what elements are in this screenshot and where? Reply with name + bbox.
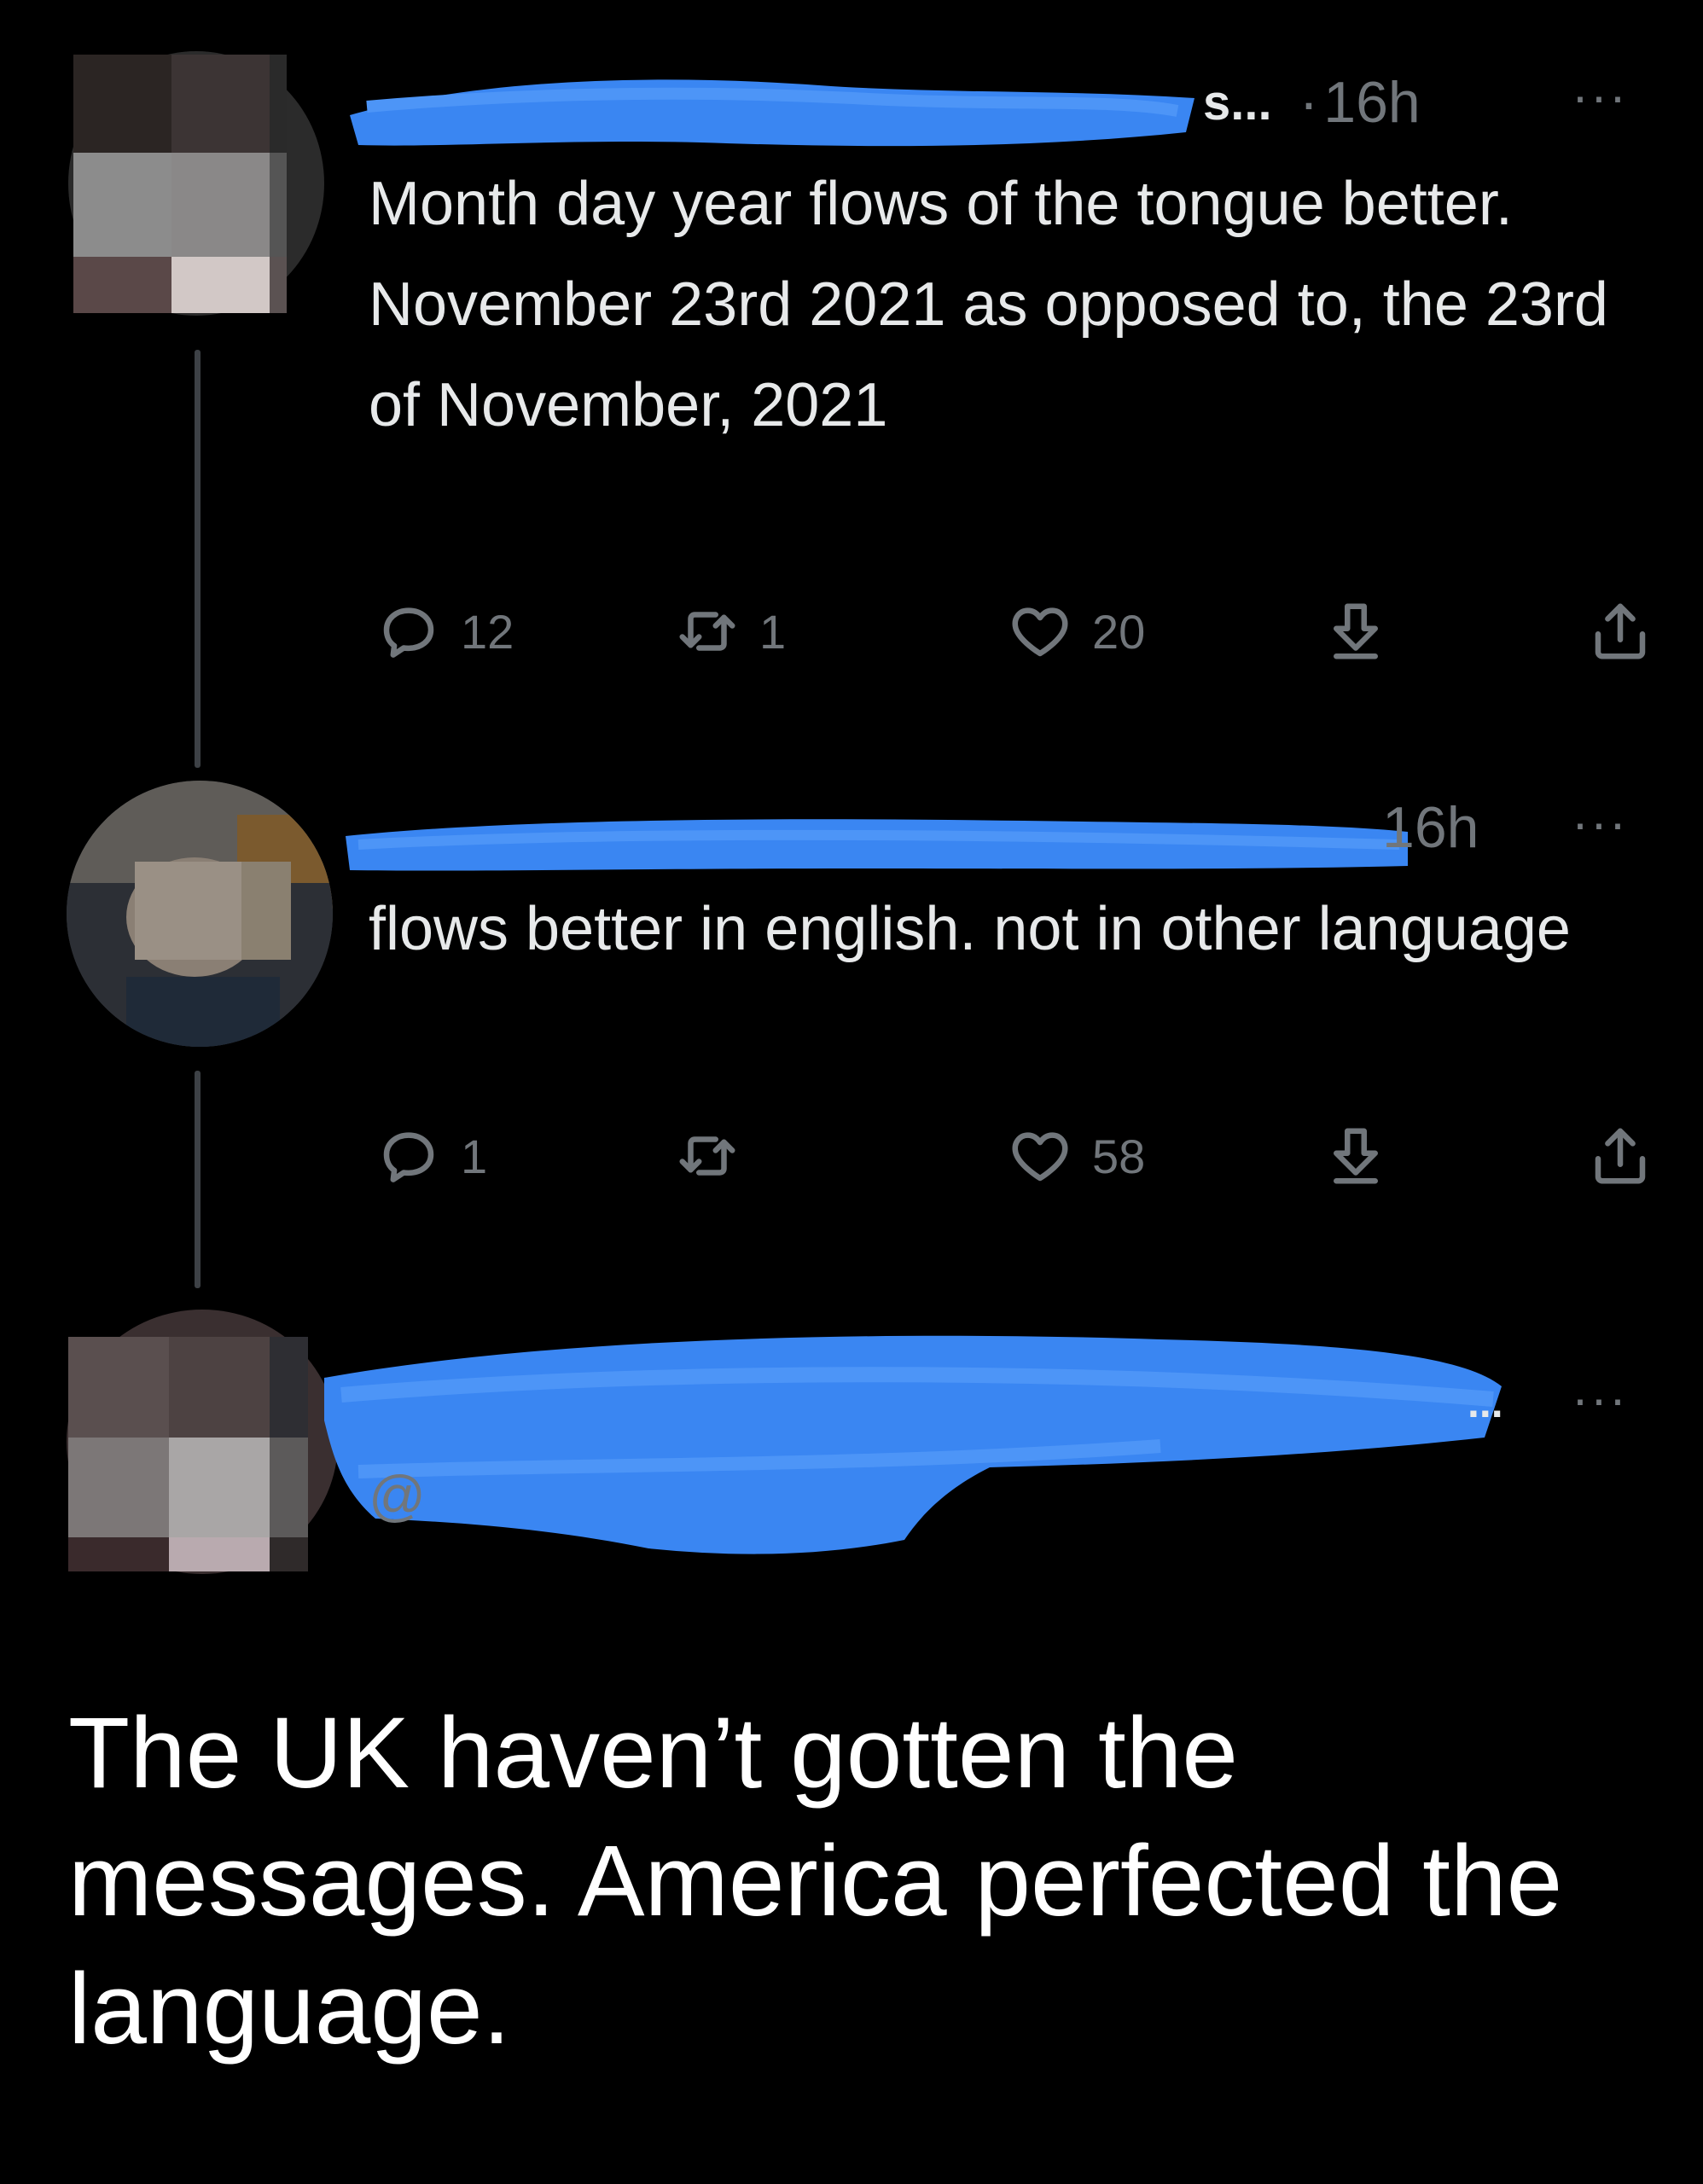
- avatar[interactable]: [67, 1310, 338, 1574]
- redaction-mark: [341, 47, 1203, 158]
- more-icon[interactable]: ···: [1572, 1369, 1628, 1428]
- retweet-icon: [679, 612, 735, 651]
- author-name[interactable]: ...: [1468, 1378, 1503, 1427]
- tweet-text: flows better in english. not in other la…: [369, 895, 1571, 963]
- timestamp[interactable]: 16h: [1382, 794, 1479, 861]
- download-icon: [1334, 1128, 1378, 1184]
- reply-button[interactable]: 1: [375, 1118, 487, 1194]
- author-name[interactable]: s...: [1203, 74, 1272, 131]
- reply-button[interactable]: 12: [375, 593, 514, 670]
- reply-count: 12: [461, 604, 514, 659]
- download-button[interactable]: [1322, 1118, 1389, 1194]
- retweet-button[interactable]: 1: [674, 593, 786, 670]
- retweet-button[interactable]: [674, 1118, 759, 1194]
- more-icon[interactable]: ···: [1572, 67, 1628, 125]
- share-button[interactable]: [1587, 593, 1654, 670]
- redaction-mark: [307, 1318, 1519, 1565]
- like-count: 20: [1092, 604, 1146, 659]
- download-button[interactable]: [1322, 593, 1389, 670]
- more-icon[interactable]: ···: [1572, 793, 1628, 852]
- share-icon: [1595, 1128, 1646, 1184]
- share-button[interactable]: [1587, 1118, 1654, 1194]
- tweet-text: Month day year flows of the tongue bette…: [369, 170, 1608, 439]
- redaction-mark: [341, 785, 1416, 887]
- timestamp[interactable]: 16h: [1323, 69, 1420, 136]
- tweet-text: The UK haven’t gotten the messages. Amer…: [68, 1697, 1563, 2065]
- like-button[interactable]: 58: [1007, 1118, 1145, 1194]
- tweet-header: s... · 16h: [1203, 64, 1421, 141]
- thread-line-1: [195, 350, 201, 768]
- heart-icon: [1012, 1132, 1068, 1182]
- like-button[interactable]: 20: [1007, 593, 1145, 670]
- retweet-count: 1: [759, 604, 787, 659]
- reply-count: 1: [461, 1129, 488, 1183]
- comment-icon: [383, 1132, 434, 1182]
- thread-line-2: [195, 1071, 201, 1288]
- author-handle[interactable]: @: [369, 1463, 426, 1528]
- share-icon: [1595, 603, 1646, 659]
- retweet-icon: [679, 1136, 735, 1176]
- action-bar: 12 1 20: [375, 593, 1672, 670]
- avatar[interactable]: [67, 781, 333, 1047]
- separator-dot: ·: [1299, 70, 1319, 135]
- action-bar: 1 58: [375, 1118, 1672, 1194]
- like-count: 58: [1092, 1129, 1146, 1183]
- comment-icon: [383, 607, 434, 658]
- download-icon: [1334, 603, 1378, 659]
- tweet-header: 16h: [1382, 789, 1479, 866]
- heart-icon: [1012, 607, 1068, 657]
- avatar[interactable]: [68, 51, 324, 316]
